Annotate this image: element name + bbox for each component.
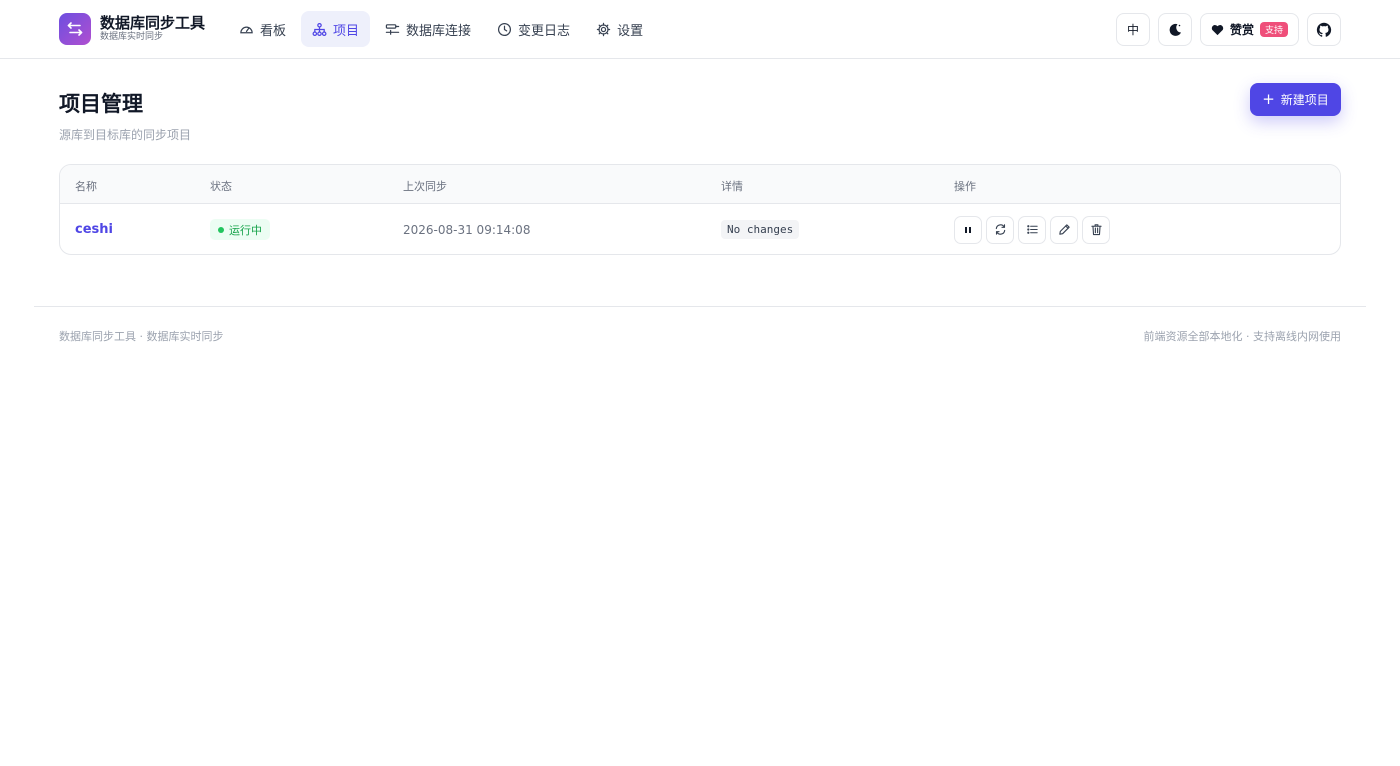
nav-label: 设置 xyxy=(617,23,644,39)
main-nav: 看板 项目 数据库连接 变更日志 设置 xyxy=(228,11,658,47)
pause-icon xyxy=(965,226,971,233)
table-row: ceshi 运行中 2026-08-31 09:14:08 No changes xyxy=(60,204,1340,254)
plus-icon: + xyxy=(1262,90,1275,108)
app-logo-swap-icon xyxy=(59,13,91,45)
sponsor-label: 赞赏 xyxy=(1229,23,1254,37)
nav-item-settings[interactable]: 设置 xyxy=(585,11,654,47)
sync-detail: No changes xyxy=(721,220,800,239)
new-project-label: 新建项目 xyxy=(1280,93,1329,107)
logs-button[interactable] xyxy=(1018,215,1046,244)
nav-item-changelog[interactable]: 变更日志 xyxy=(486,11,581,47)
footer-divider xyxy=(34,306,1366,307)
col-header-last-sync: 上次同步 xyxy=(403,180,447,193)
pause-button[interactable] xyxy=(954,215,982,244)
nav-label: 看板 xyxy=(260,23,287,39)
brand[interactable]: 数据库同步工具 数据库实时同步 xyxy=(59,13,205,45)
footer-right-text: 前端资源全部本地化 · 支持离线内网使用 xyxy=(1143,330,1342,343)
clock-icon xyxy=(498,22,512,36)
connection-icon xyxy=(385,23,400,35)
nav-label: 项目 xyxy=(333,23,360,39)
table-header: 名称 状态 上次同步 详情 操作 xyxy=(60,165,1340,204)
status-label: 运行中 xyxy=(229,223,262,237)
theme-toggle-button[interactable] xyxy=(1157,13,1192,46)
trash-icon xyxy=(1090,224,1102,236)
sponsor-button[interactable]: 赞赏 支持 xyxy=(1199,13,1299,46)
page-subtitle: 源库到目标库的同步项目 xyxy=(59,128,192,142)
gear-icon xyxy=(596,22,611,36)
github-icon xyxy=(1316,22,1332,37)
sync-button[interactable] xyxy=(986,215,1014,244)
project-name-link[interactable]: ceshi xyxy=(75,222,113,237)
language-label: 中 xyxy=(1126,23,1139,37)
nav-label: 变更日志 xyxy=(518,23,571,39)
moon-icon xyxy=(1169,23,1181,36)
page-title: 项目管理 xyxy=(59,92,143,116)
dashboard-gauge-icon xyxy=(240,26,253,33)
nav-label: 数据库连接 xyxy=(406,23,472,39)
sponsor-badge: 支持 xyxy=(1259,22,1288,37)
last-sync-time: 2026-08-31 09:14:08 xyxy=(403,222,531,237)
footer-left-text: 数据库同步工具 · 数据库实时同步 xyxy=(59,330,224,343)
nav-item-connections[interactable]: 数据库连接 xyxy=(374,11,482,47)
delete-button[interactable] xyxy=(1082,215,1110,244)
brand-subtitle: 数据库实时同步 xyxy=(100,32,164,42)
list-icon xyxy=(1026,225,1038,234)
col-header-status: 状态 xyxy=(210,180,232,193)
project-tree-icon xyxy=(312,22,327,36)
language-toggle-button[interactable]: 中 xyxy=(1115,13,1150,46)
col-header-actions: 操作 xyxy=(954,180,976,193)
nav-item-dashboard[interactable]: 看板 xyxy=(228,11,297,47)
projects-table: 名称 状态 上次同步 详情 操作 ceshi 运行中 2026-08-31 09… xyxy=(59,164,1341,255)
col-header-name: 名称 xyxy=(75,180,97,193)
brand-title: 数据库同步工具 xyxy=(100,14,206,32)
sync-icon xyxy=(995,224,1005,235)
status-dot-icon xyxy=(218,226,224,233)
status-badge: 运行中 xyxy=(210,219,270,240)
heart-icon xyxy=(1211,24,1224,35)
edit-icon xyxy=(1058,224,1070,235)
new-project-button[interactable]: + 新建项目 xyxy=(1250,83,1341,116)
toolbar-right: 中 赞赏 支持 xyxy=(1108,13,1341,46)
top-navbar: 数据库同步工具 数据库实时同步 看板 项目 数据库连接 变更日志 设置 中 赞赏… xyxy=(0,0,1400,59)
github-button[interactable] xyxy=(1307,13,1341,46)
nav-item-projects[interactable]: 项目 xyxy=(301,11,371,47)
row-actions xyxy=(954,215,1114,244)
edit-button[interactable] xyxy=(1050,215,1078,244)
col-header-detail: 详情 xyxy=(721,180,743,193)
